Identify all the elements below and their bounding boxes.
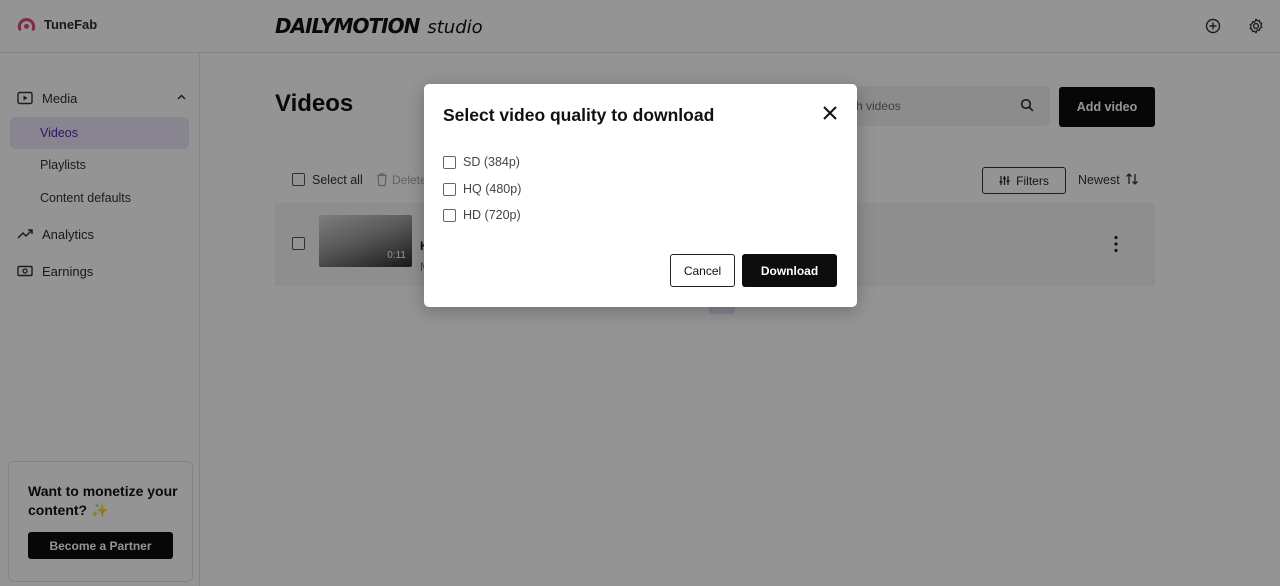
option-checkbox[interactable] xyxy=(443,155,456,169)
option-checkbox[interactable] xyxy=(443,182,456,196)
close-icon[interactable] xyxy=(822,105,838,121)
cancel-button[interactable]: Cancel xyxy=(670,254,735,287)
option-label: SD (384p) xyxy=(463,155,520,169)
option-label: HD (720p) xyxy=(463,208,521,222)
download-quality-dialog: Select video quality to download SD (384… xyxy=(424,84,857,307)
dialog-title: Select video quality to download xyxy=(443,105,715,125)
option-label: HQ (480p) xyxy=(463,182,522,196)
download-button[interactable]: Download xyxy=(742,254,837,287)
option-checkbox[interactable] xyxy=(443,208,456,222)
quality-option-hq[interactable]: HQ (480p) xyxy=(443,182,521,196)
quality-option-sd[interactable]: SD (384p) xyxy=(443,155,520,169)
quality-option-hd[interactable]: HD (720p) xyxy=(443,208,521,222)
